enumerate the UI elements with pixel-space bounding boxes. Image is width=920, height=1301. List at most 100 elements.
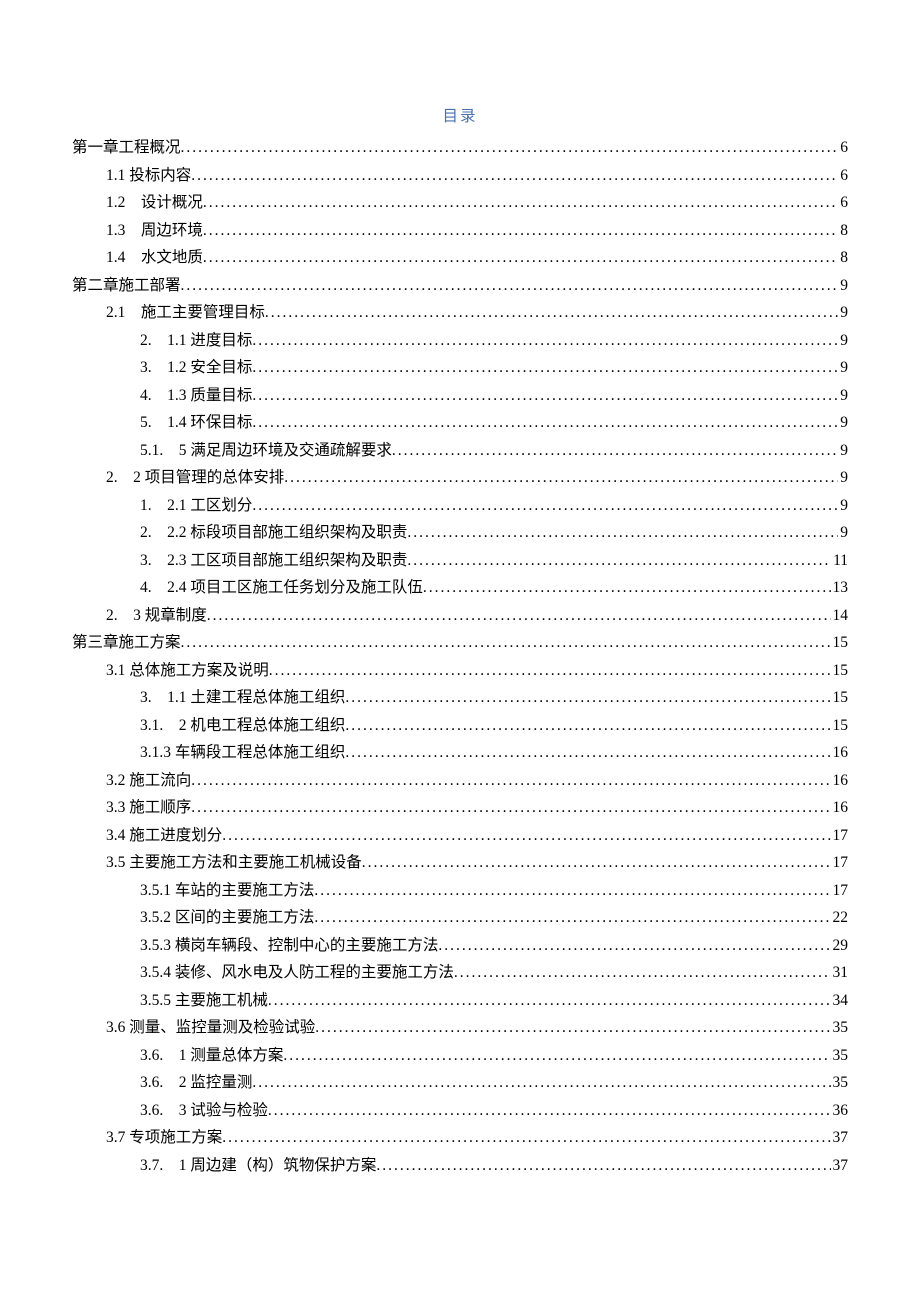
toc-entry-page: 31 bbox=[831, 965, 849, 981]
toc-entry-page: 6 bbox=[838, 168, 848, 184]
toc-entry: 2. 3 规章制度14 bbox=[72, 608, 848, 624]
toc-entry-label: 4. 2.4 项目工区施工任务划分及施工队伍 bbox=[140, 580, 423, 596]
toc-entry-dots bbox=[315, 1020, 830, 1036]
toc-entry-dots bbox=[284, 470, 838, 486]
toc-entry-dots bbox=[362, 855, 831, 871]
toc-entry-dots bbox=[222, 1130, 830, 1146]
toc-entry-label: 3.5.3 横岗车辆段、控制中心的主要施工方法 bbox=[140, 938, 438, 954]
toc-entry-dots bbox=[407, 525, 838, 541]
toc-entry-label: 3. 1.1 土建工程总体施工组织 bbox=[140, 690, 345, 706]
toc-entry: 第三章施工方案 15 bbox=[72, 635, 848, 651]
toc-entry-page: 16 bbox=[831, 800, 849, 816]
toc-entry: 3.5.3 横岗车辆段、控制中心的主要施工方法29 bbox=[72, 938, 848, 954]
toc-entry-dots bbox=[207, 608, 831, 624]
toc-entry-page: 9 bbox=[838, 388, 848, 404]
toc-entry-dots bbox=[252, 498, 838, 514]
toc-entry-label: 4. 1.3 质量目标 bbox=[140, 388, 252, 404]
toc-entry-label: 1.1 投标内容 bbox=[106, 168, 191, 184]
toc-entry-label: 3.6. 2 监控量测 bbox=[140, 1075, 252, 1091]
document-page: 目录 第一章工程概况61.1 投标内容61.2 设计概况61.3 周边环境81.… bbox=[0, 0, 920, 1235]
toc-entry: 3.4 施工进度划分17 bbox=[72, 828, 848, 844]
toc-entry-page: 36 bbox=[831, 1103, 849, 1119]
toc-entry-dots bbox=[269, 663, 831, 679]
toc-entry-dots bbox=[222, 828, 830, 844]
toc-entry-label: 1. 2.1 工区划分 bbox=[140, 498, 252, 514]
toc-entry-label: 2. 3 规章制度 bbox=[106, 608, 207, 624]
toc-entry-label: 3.6. 1 测量总体方案 bbox=[140, 1048, 283, 1064]
toc-entry: 5.1. 5 满足周边环境及交通疏解要求9 bbox=[72, 443, 848, 459]
toc-entry-label: 1.2 设计概况 bbox=[106, 195, 203, 211]
toc-entry-page: 9 bbox=[838, 498, 848, 514]
toc-entry: 3.5.5 主要施工机械34 bbox=[72, 993, 848, 1009]
toc-entry: 4. 1.3 质量目标 9 bbox=[72, 388, 848, 404]
toc-entry-dots bbox=[203, 195, 838, 211]
toc-entry-page: 37 bbox=[831, 1158, 849, 1174]
toc-entry-dots bbox=[345, 745, 830, 761]
toc-entry-page: 8 bbox=[838, 250, 848, 266]
toc-entry-label: 3.5.1 车站的主要施工方法 bbox=[140, 883, 314, 899]
toc-entry-page: 9 bbox=[838, 360, 848, 376]
toc-entry-page: 6 bbox=[838, 195, 848, 211]
toc-entry-label: 2.1 施工主要管理目标 bbox=[106, 305, 265, 321]
toc-entry: 第一章工程概况 6 bbox=[72, 140, 848, 156]
toc-entry-dots bbox=[314, 883, 830, 899]
toc-entry-label: 1.3 周边环境 bbox=[106, 223, 203, 239]
toc-entry-page: 9 bbox=[838, 415, 848, 431]
toc-entry-label: 3.7 专项施工方案 bbox=[106, 1130, 222, 1146]
toc-entry-page: 11 bbox=[831, 553, 848, 569]
toc-entry-dots bbox=[314, 910, 830, 926]
toc-entry-dots bbox=[203, 223, 838, 239]
toc-entry-page: 8 bbox=[838, 223, 848, 239]
toc-entry-dots bbox=[181, 278, 839, 294]
toc-entry-page: 9 bbox=[838, 305, 848, 321]
toc-entry-page: 15 bbox=[831, 635, 849, 651]
toc-entry-label: 2. 1.1 进度目标 bbox=[140, 333, 252, 349]
toc-entry-page: 35 bbox=[831, 1048, 849, 1064]
toc-entry-page: 37 bbox=[831, 1130, 849, 1146]
toc-entry: 1.2 设计概况 6 bbox=[72, 195, 848, 211]
toc-entry-label: 3.4 施工进度划分 bbox=[106, 828, 222, 844]
toc-entry-dots bbox=[423, 580, 831, 596]
toc-container: 第一章工程概况61.1 投标内容61.2 设计概况61.3 周边环境81.4 水… bbox=[72, 140, 848, 1173]
toc-entry: 2.1 施工主要管理目标 9 bbox=[72, 305, 848, 321]
toc-entry: 3.1.3 车辆段工程总体施工组织16 bbox=[72, 745, 848, 761]
toc-entry-page: 16 bbox=[831, 745, 849, 761]
toc-entry: 2. 2.2 标段项目部施工组织架构及职责9 bbox=[72, 525, 848, 541]
toc-entry-dots bbox=[252, 415, 838, 431]
toc-entry-label: 5.1. 5 满足周边环境及交通疏解要求 bbox=[140, 443, 392, 459]
toc-entry-label: 3.1. 2 机电工程总体施工组织 bbox=[140, 718, 345, 734]
toc-entry: 5. 1.4 环保目标9 bbox=[72, 415, 848, 431]
toc-entry-dots bbox=[407, 553, 831, 569]
toc-entry-label: 第三章施工方案 bbox=[72, 635, 181, 651]
toc-entry-label: 3.5.5 主要施工机械 bbox=[140, 993, 268, 1009]
toc-entry-dots bbox=[438, 938, 830, 954]
toc-entry: 3.5.4 装修、风水电及人防工程的主要施工方法 31 bbox=[72, 965, 848, 981]
toc-entry-label: 3.5 主要施工方法和主要施工机械设备 bbox=[106, 855, 362, 871]
toc-entry: 3. 1.2 安全目标9 bbox=[72, 360, 848, 376]
toc-entry-label: 3.1 总体施工方案及说明 bbox=[106, 663, 269, 679]
toc-entry-dots bbox=[203, 250, 838, 266]
toc-entry-dots bbox=[252, 388, 838, 404]
toc-entry-label: 3.3 施工顺序 bbox=[106, 800, 191, 816]
toc-entry: 3.6 测量、监控量测及检验试验35 bbox=[72, 1020, 848, 1036]
toc-entry: 3.6. 3 试验与检验36 bbox=[72, 1103, 848, 1119]
toc-entry-dots bbox=[392, 443, 838, 459]
toc-entry: 1. 2.1 工区划分 9 bbox=[72, 498, 848, 514]
toc-entry-dots bbox=[345, 690, 830, 706]
toc-entry-dots bbox=[252, 360, 838, 376]
toc-entry: 3.7 专项施工方案 37 bbox=[72, 1130, 848, 1146]
toc-entry-page: 22 bbox=[831, 910, 849, 926]
toc-entry: 3.1. 2 机电工程总体施工组织15 bbox=[72, 718, 848, 734]
toc-entry-page: 6 bbox=[838, 140, 848, 156]
toc-entry: 3.6. 2 监控量测35 bbox=[72, 1075, 848, 1091]
toc-entry-label: 3.2 施工流向 bbox=[106, 773, 191, 789]
toc-entry-label: 3.5.4 装修、风水电及人防工程的主要施工方法 bbox=[140, 965, 454, 981]
toc-entry-dots bbox=[454, 965, 831, 981]
toc-entry-page: 9 bbox=[838, 470, 848, 486]
toc-entry: 3. 2.3 工区项目部施工组织架构及职责11 bbox=[72, 553, 848, 569]
toc-entry-dots bbox=[191, 168, 838, 184]
toc-entry: 3.7. 1 周边建（构）筑物保护方案37 bbox=[72, 1158, 848, 1174]
toc-entry-label: 第一章工程概况 bbox=[72, 140, 181, 156]
toc-entry-label: 第二章施工部署 bbox=[72, 278, 181, 294]
toc-entry-dots bbox=[191, 773, 830, 789]
